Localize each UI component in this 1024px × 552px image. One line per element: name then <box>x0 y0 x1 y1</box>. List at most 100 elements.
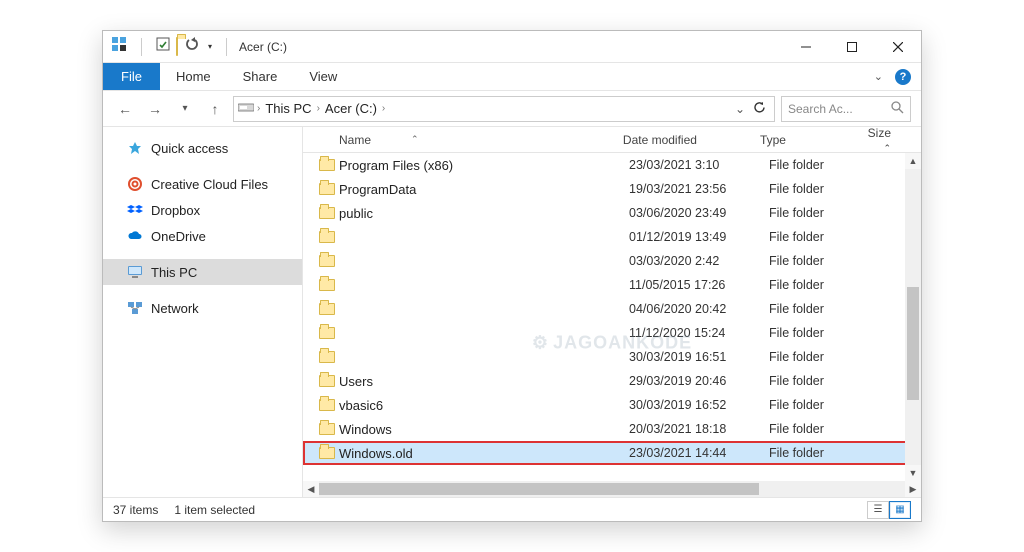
file-type: File folder <box>769 302 879 316</box>
file-name: ProgramData <box>339 182 629 197</box>
column-size[interactable]: Size ⌃ <box>868 126 921 154</box>
recent-locations-button[interactable]: ▾ <box>173 97 197 121</box>
scroll-up-icon[interactable]: ▲ <box>905 153 921 169</box>
chevron-right-icon[interactable]: › <box>379 103 388 114</box>
qat-dropdown-icon[interactable]: ▾ <box>208 42 212 51</box>
sidebar-item-label: Network <box>151 301 199 316</box>
column-type[interactable]: Type <box>760 133 868 147</box>
folder-icon <box>315 279 339 291</box>
file-date: 19/03/2021 23:56 <box>629 182 769 196</box>
file-row[interactable]: Windows20/03/2021 18:18File folder <box>303 417 921 441</box>
file-date: 30/03/2019 16:51 <box>629 350 769 364</box>
folder-icon <box>315 231 339 243</box>
sidebar-item-label: Dropbox <box>151 203 200 218</box>
file-row[interactable]: 03/03/2020 2:42File folder <box>303 249 921 273</box>
folder-icon <box>315 303 339 315</box>
ribbon-expand-icon[interactable]: ⌄ <box>874 70 883 83</box>
tab-share[interactable]: Share <box>227 63 294 90</box>
drive-icon <box>238 101 254 116</box>
scroll-down-icon[interactable]: ▼ <box>905 465 921 481</box>
close-button[interactable] <box>875 31 921 63</box>
file-type: File folder <box>769 398 879 412</box>
file-tab[interactable]: File <box>103 63 160 90</box>
folder-icon <box>315 327 339 339</box>
file-list[interactable]: Program Files (x86)23/03/2021 3:10File f… <box>303 153 921 481</box>
scroll-thumb[interactable] <box>907 287 919 399</box>
sidebar-item-creative-cloud-files[interactable]: Creative Cloud Files <box>103 171 302 197</box>
sidebar-item-this-pc[interactable]: This PC <box>103 259 302 285</box>
refresh-icon[interactable] <box>753 101 766 117</box>
address-bar-row: ← → ▾ ↑ › This PC › Acer (C:) › ⌄ Search… <box>103 91 921 127</box>
chevron-right-icon[interactable]: › <box>314 103 323 114</box>
chevron-right-icon[interactable]: › <box>254 103 263 114</box>
address-dropdown-icon[interactable]: ⌄ <box>735 102 745 116</box>
minimize-button[interactable] <box>783 31 829 63</box>
search-icon <box>891 101 904 117</box>
sidebar-item-label: This PC <box>151 265 197 280</box>
file-type: File folder <box>769 422 879 436</box>
file-name: vbasic6 <box>339 398 629 413</box>
status-bar: 37 items 1 item selected ☰ ▦ <box>103 497 921 521</box>
qat-folder-icon[interactable] <box>176 38 178 56</box>
breadcrumb-this-pc[interactable]: This PC <box>263 101 313 116</box>
status-selection: 1 item selected <box>174 503 255 517</box>
tab-view[interactable]: View <box>293 63 353 90</box>
sidebar-item-dropbox[interactable]: Dropbox <box>103 197 302 223</box>
scroll-right-icon[interactable]: ▶ <box>905 481 921 497</box>
ribbon-tabs: File Home Share View ⌄ ? <box>103 63 921 91</box>
sidebar-item-network[interactable]: Network <box>103 295 302 321</box>
file-row[interactable]: ProgramData19/03/2021 23:56File folder <box>303 177 921 201</box>
address-bar[interactable]: › This PC › Acer (C:) › ⌄ <box>233 96 775 122</box>
view-large-icons-button[interactable]: ▦ <box>889 501 911 519</box>
file-row[interactable]: Program Files (x86)23/03/2021 3:10File f… <box>303 153 921 177</box>
separator <box>141 38 142 56</box>
folder-icon <box>315 423 339 435</box>
up-button[interactable]: ↑ <box>203 97 227 121</box>
file-type: File folder <box>769 278 879 292</box>
sidebar-item-onedrive[interactable]: OneDrive <box>103 223 302 249</box>
cloud-icon <box>127 228 143 244</box>
folder-icon <box>315 351 339 363</box>
properties-icon[interactable] <box>156 37 170 56</box>
pc-icon <box>127 264 143 280</box>
maximize-button[interactable] <box>829 31 875 63</box>
folder-icon <box>315 375 339 387</box>
file-row[interactable]: Windows.old23/03/2021 14:44File folder <box>303 441 921 465</box>
forward-button[interactable]: → <box>143 97 167 121</box>
folder-icon <box>315 159 339 171</box>
undo-icon[interactable] <box>184 37 200 56</box>
title-bar: ▾ Acer (C:) <box>103 31 921 63</box>
search-input[interactable]: Search Ac... <box>781 96 911 122</box>
scroll-left-icon[interactable]: ◀ <box>303 481 319 497</box>
network-icon <box>127 300 143 316</box>
view-details-button[interactable]: ☰ <box>867 501 889 519</box>
sidebar-item-label: Quick access <box>151 141 228 156</box>
back-button[interactable]: ← <box>113 97 137 121</box>
file-row[interactable]: 04/06/2020 20:42File folder <box>303 297 921 321</box>
file-date: 29/03/2019 20:46 <box>629 374 769 388</box>
quick-access-toolbar: ▾ <box>111 36 235 57</box>
help-icon[interactable]: ? <box>895 69 911 85</box>
file-date: 30/03/2019 16:52 <box>629 398 769 412</box>
file-row[interactable]: Users29/03/2019 20:46File folder <box>303 369 921 393</box>
content-body: Quick access Creative Cloud Files Dropbox O… <box>103 127 921 497</box>
file-row[interactable]: 01/12/2019 13:49File folder <box>303 225 921 249</box>
file-type: File folder <box>769 254 879 268</box>
column-name[interactable]: Name⌃ <box>339 133 623 147</box>
file-row[interactable]: 11/12/2020 15:24File folder <box>303 321 921 345</box>
tab-home[interactable]: Home <box>160 63 227 90</box>
breadcrumb-drive[interactable]: Acer (C:) <box>323 101 379 116</box>
folder-icon <box>315 399 339 411</box>
file-row[interactable]: public03/06/2020 23:49File folder <box>303 201 921 225</box>
scroll-thumb[interactable] <box>319 483 759 495</box>
sidebar-item-quick-access[interactable]: Quick access <box>103 135 302 161</box>
vertical-scrollbar[interactable]: ▲ ▼ <box>905 153 921 481</box>
folder-icon <box>315 207 339 219</box>
file-row[interactable]: vbasic630/03/2019 16:52File folder <box>303 393 921 417</box>
search-placeholder: Search Ac... <box>788 102 853 116</box>
file-row[interactable]: 11/05/2015 17:26File folder <box>303 273 921 297</box>
file-row[interactable]: 30/03/2019 16:51File folder <box>303 345 921 369</box>
horizontal-scrollbar[interactable]: ◀ ▶ <box>303 481 921 497</box>
column-date[interactable]: Date modified <box>623 133 760 147</box>
file-type: File folder <box>769 158 879 172</box>
